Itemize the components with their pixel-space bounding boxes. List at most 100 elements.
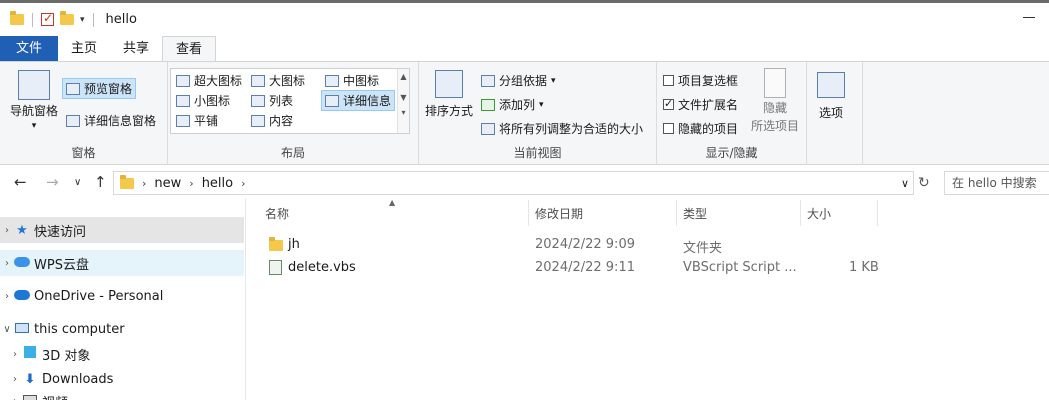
search-input[interactable]: 在 hello 中搜索	[944, 171, 1049, 195]
star-icon: ★	[16, 222, 28, 238]
details-pane-button[interactable]: 详细信息窗格	[66, 112, 156, 129]
chevron-right-icon[interactable]: ›	[0, 291, 14, 302]
table-row[interactable]: delete.vbs 2024/2/22 9:11 VBScript Scrip…	[247, 257, 887, 279]
details-pane-label: 详细信息窗格	[84, 114, 157, 128]
item-checkboxes-checkbox[interactable]	[663, 75, 674, 86]
nav-item-label: this computer	[34, 321, 125, 337]
breadcrumb-hello[interactable]: hello	[202, 176, 233, 191]
layout-gallery: 超大图标 大图标 中图标 小图标 列表 详细信息 平铺 内容 ▲ ▼ ▾	[170, 68, 410, 134]
sort-by-button[interactable]: 排序方式	[425, 70, 473, 119]
layout-content[interactable]: 内容	[251, 112, 293, 129]
tab-file[interactable]: 文件	[0, 36, 59, 61]
file-modified: 2024/2/22 9:09	[535, 237, 635, 252]
layout-group-label: 布局	[280, 146, 305, 160]
layout-item-label: 小图标	[194, 94, 231, 108]
recent-locations-icon[interactable]: ∨	[74, 177, 81, 188]
file-extensions-toggle[interactable]: 文件扩展名	[663, 96, 738, 113]
chevron-right-icon[interactable]: ›	[8, 349, 22, 360]
nav-item-quick-access[interactable]: › ★ 快速访问	[0, 217, 244, 243]
chevron-down-icon[interactable]: ∨	[0, 324, 14, 335]
column-divider[interactable]	[676, 200, 677, 226]
preview-pane-button[interactable]: 预览窗格	[62, 78, 137, 99]
layout-large-icons[interactable]: 大图标	[251, 72, 305, 89]
toolbar-separator	[32, 12, 33, 27]
chevron-right-icon[interactable]: ›	[241, 177, 245, 190]
column-header-type[interactable]: 类型	[683, 198, 707, 228]
tab-home[interactable]: 主页	[58, 36, 110, 61]
hide-selected-icon	[764, 68, 786, 98]
layout-extra-large-icons[interactable]: 超大图标	[176, 72, 242, 89]
cube-icon	[22, 346, 38, 362]
fit-columns-button[interactable]: 将所有列调整为合适的大小	[481, 120, 643, 137]
file-modified: 2024/2/22 9:11	[535, 260, 635, 275]
file-name: jh	[288, 237, 300, 252]
file-type: 文件夹	[683, 241, 723, 256]
add-column-button[interactable]: 添加列 ▾	[481, 96, 544, 113]
hide-selected-button[interactable]: 隐藏 所选项目	[751, 68, 799, 134]
address-bar[interactable]: › new › hello › ∨	[113, 171, 914, 195]
refresh-icon[interactable]: ↻	[918, 175, 930, 191]
tab-share[interactable]: 共享	[110, 36, 162, 61]
column-header-size[interactable]: 大小	[807, 198, 831, 228]
column-header-modified[interactable]: 修改日期	[535, 198, 583, 228]
hidden-items-checkbox[interactable]	[663, 123, 674, 134]
layout-gallery-scroll[interactable]: ▲ ▼ ▾	[397, 69, 409, 133]
chevron-right-icon[interactable]: ›	[0, 225, 14, 236]
file-extensions-label: 文件扩展名	[678, 98, 739, 112]
layout-item-label: 中图标	[343, 74, 380, 88]
show-hide-group-label: 显示/隐藏	[705, 146, 758, 160]
group-by-button[interactable]: 分组依据 ▾	[481, 72, 556, 89]
options-button[interactable]: 选项	[817, 72, 845, 121]
large-icons-icon	[251, 74, 265, 87]
minimize-icon[interactable]	[1023, 17, 1035, 18]
column-divider[interactable]	[877, 200, 878, 226]
nav-item-videos[interactable]: › 视频	[0, 388, 244, 400]
navigation-pane-label: 导航窗格	[10, 104, 59, 118]
item-checkboxes-toggle[interactable]: 项目复选框	[663, 72, 738, 89]
group-by-label: 分组依据	[499, 74, 548, 88]
file-extensions-checkbox[interactable]	[663, 97, 674, 110]
chevron-right-icon[interactable]: ›	[0, 258, 14, 269]
nav-item-onedrive[interactable]: › OneDrive - Personal	[0, 283, 244, 309]
navigation-pane-button[interactable]: 导航窗格 ▾	[10, 70, 58, 131]
tab-view[interactable]: 查看	[162, 36, 217, 61]
options-icon	[817, 72, 845, 98]
address-dropdown-icon[interactable]: ∨	[901, 177, 909, 190]
ribbon-tabs: 文件 主页 共享 查看	[0, 36, 1049, 61]
layout-tiles[interactable]: 平铺	[176, 112, 218, 129]
nav-item-wps-cloud[interactable]: › WPS云盘	[0, 250, 244, 276]
chevron-right-icon[interactable]: ›	[8, 396, 22, 400]
hidden-items-toggle[interactable]: 隐藏的项目	[663, 120, 738, 137]
vbscript-file-icon	[269, 260, 282, 276]
column-divider[interactable]	[528, 200, 529, 226]
layout-list[interactable]: 列表	[251, 92, 293, 109]
layout-small-icons[interactable]: 小图标	[176, 92, 230, 109]
options-group: 选项	[807, 62, 863, 165]
column-divider[interactable]	[800, 200, 801, 226]
forward-icon[interactable]: →	[46, 173, 59, 191]
chevron-up-icon: ▲	[400, 72, 407, 81]
layout-details[interactable]: 详细信息	[321, 90, 396, 111]
chevron-right-icon[interactable]: ›	[142, 177, 146, 190]
add-column-label: 添加列	[499, 98, 536, 112]
folder-icon	[120, 174, 134, 189]
computer-icon	[14, 322, 30, 337]
layout-medium-icons[interactable]: 中图标	[325, 72, 379, 89]
chevron-right-icon[interactable]: ›	[8, 374, 22, 385]
layout-item-label: 列表	[269, 94, 294, 108]
chevron-right-icon[interactable]: ›	[189, 177, 193, 190]
table-row[interactable]: jh 2024/2/22 9:09 文件夹	[247, 234, 887, 256]
column-header-name[interactable]: 名称	[265, 198, 289, 228]
current-view-group-label: 当前视图	[513, 146, 562, 160]
properties-icon[interactable]	[41, 11, 54, 26]
nav-item-3d-objects[interactable]: › 3D 对象	[0, 341, 244, 367]
hide-selected-label-1: 隐藏	[763, 101, 788, 115]
new-folder-icon[interactable]	[60, 11, 74, 25]
chevron-down-icon: ▾	[539, 99, 544, 110]
up-icon[interactable]: ↑	[94, 173, 107, 191]
nav-item-this-computer[interactable]: ∨ this computer	[0, 316, 244, 342]
back-icon[interactable]: ←	[14, 173, 27, 191]
hide-selected-label-2: 所选项目	[751, 119, 800, 133]
breadcrumb-new[interactable]: new	[154, 176, 181, 191]
customize-dropdown-icon[interactable]: ▾	[80, 15, 85, 25]
